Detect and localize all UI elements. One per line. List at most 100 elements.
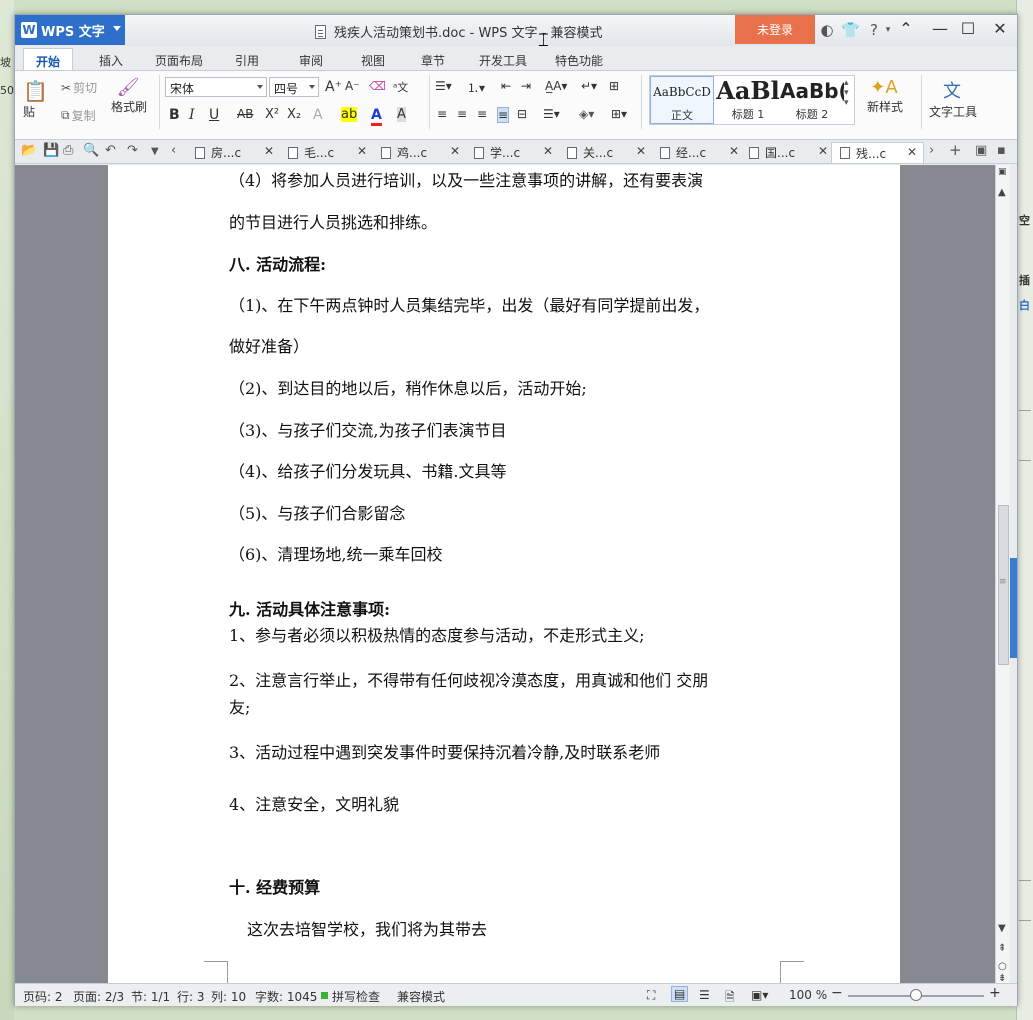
prev-page-icon[interactable]: ⇞ xyxy=(998,943,1006,954)
minimize-button[interactable]: — xyxy=(929,19,951,38)
status-page[interactable]: 页面: 2/3 xyxy=(73,988,124,1005)
tabs-right-icon[interactable]: › xyxy=(929,143,934,158)
page-view-icon[interactable]: ▤ xyxy=(671,986,689,1002)
zoom-out-icon[interactable]: − xyxy=(831,985,843,1001)
zoom-value[interactable]: 100 % xyxy=(789,988,827,1002)
shirt-icon[interactable]: 👕 xyxy=(841,21,860,39)
paragraph-mark-icon[interactable]: ↵▾ xyxy=(581,79,597,93)
superscript-icon[interactable]: X² xyxy=(265,107,279,122)
underline-icon[interactable]: U xyxy=(209,107,219,123)
close-icon[interactable]: ✕ xyxy=(636,144,646,158)
collapse-ribbon-icon[interactable]: ⌃ xyxy=(895,19,917,38)
tab-review[interactable]: 审阅 xyxy=(287,48,335,70)
browse-object-icon[interactable]: ○ xyxy=(998,961,1007,972)
shrink-font-icon[interactable]: A⁻ xyxy=(345,79,360,93)
clear-format-icon[interactable]: ⌫ xyxy=(369,79,386,93)
align-left-icon[interactable]: ≡ xyxy=(437,107,447,121)
tabs-left-icon[interactable]: ‹ xyxy=(171,143,176,158)
increase-indent-icon[interactable]: ⇥ xyxy=(521,79,531,93)
redo-icon[interactable]: ↷ xyxy=(127,143,138,158)
new-tab-icon[interactable]: + xyxy=(949,141,962,159)
align-center-icon[interactable]: ≡ xyxy=(457,107,467,121)
font-size-select[interactable]: 四号 xyxy=(269,77,319,97)
tab-special-features[interactable]: 特色功能 xyxy=(543,48,615,70)
gallery-scroll-icon[interactable]: ▴ ▾ ▾ xyxy=(844,78,849,108)
close-icon[interactable]: ✕ xyxy=(264,144,274,158)
decrease-indent-icon[interactable]: ⇤ xyxy=(501,79,511,93)
outline-view-icon[interactable]: ☰ xyxy=(699,988,710,1002)
close-button[interactable]: ✕ xyxy=(989,19,1011,38)
tab-page-layout[interactable]: 页面布局 xyxy=(143,48,215,70)
undo-icon[interactable]: ↶ xyxy=(105,143,116,158)
open-folder-icon[interactable]: 📂 xyxy=(21,143,37,158)
doc-tab[interactable]: 毛...c ✕ xyxy=(280,142,373,163)
maximize-button[interactable]: ☐ xyxy=(957,19,979,38)
login-button[interactable]: 未登录 xyxy=(735,15,815,44)
doc-tab[interactable]: 关...c ✕ xyxy=(559,142,652,163)
tab-menu-icon[interactable]: ▪ xyxy=(997,143,1006,158)
fullscreen-view-icon[interactable]: ⛶ xyxy=(647,988,655,1003)
border-icon[interactable]: ⊞▾ xyxy=(611,107,627,121)
style-normal[interactable]: AaBbCcD 正文 xyxy=(650,76,714,124)
tab-insert[interactable]: 插入 xyxy=(87,48,135,70)
doc-tab[interactable]: 鸡...c ✕ xyxy=(373,142,466,163)
highlight-icon[interactable]: ab xyxy=(341,107,358,122)
char-shading-icon[interactable]: A xyxy=(397,107,406,122)
close-icon[interactable]: ✕ xyxy=(357,144,367,158)
tab-chapter[interactable]: 章节 xyxy=(409,48,457,70)
tab-home[interactable]: 开始 xyxy=(23,48,74,70)
zoom-in-icon[interactable]: + xyxy=(989,985,1001,1001)
format-painter-button[interactable]: 🖌 格式刷 xyxy=(111,77,147,115)
style-heading-2[interactable]: AaBb( 标题 2 xyxy=(780,76,844,124)
align-right-icon[interactable]: ≡ xyxy=(477,107,487,121)
font-color-icon[interactable]: A xyxy=(371,107,382,126)
style-heading-1[interactable]: AaBl 标题 1 xyxy=(716,76,780,124)
bullet-list-icon[interactable]: ☰▾ xyxy=(435,79,452,93)
side-panel-toggle[interactable] xyxy=(1010,558,1017,658)
reading-view-icon[interactable]: ▣▾ xyxy=(751,988,768,1002)
grow-font-icon[interactable]: A⁺ xyxy=(325,79,342,95)
tab-list-icon[interactable]: ▣ xyxy=(975,143,987,158)
numbered-list-icon[interactable]: ⒈▾ xyxy=(467,79,485,96)
customize-dropdown-icon[interactable]: ▼ xyxy=(151,146,159,157)
cut-button[interactable]: ✂ 剪切 xyxy=(61,79,97,96)
line-spacing-icon[interactable]: ☰▾ xyxy=(543,107,560,121)
document-page[interactable]: （4）将参加人员进行培训，以及一些注意事项的讲解，还有要表演 的节目进行人员挑选… xyxy=(108,165,900,983)
copy-button[interactable]: ⧉ 复制 xyxy=(61,107,96,124)
justify-icon[interactable]: ≡ xyxy=(497,107,510,123)
change-case-icon[interactable]: A̲A▾ xyxy=(545,79,567,93)
tab-developer[interactable]: 开发工具 xyxy=(467,48,539,70)
italic-icon[interactable]: I xyxy=(189,107,195,123)
close-icon[interactable]: ✕ xyxy=(543,144,553,158)
print-icon[interactable]: ⎙ xyxy=(63,143,73,158)
save-icon[interactable]: 💾 xyxy=(43,143,59,158)
scroll-option-icon[interactable]: ▣ xyxy=(998,167,1007,177)
scroll-down-icon[interactable]: ▼ xyxy=(998,923,1006,934)
font-name-select[interactable]: 宋体 xyxy=(165,77,267,97)
close-icon[interactable]: ✕ xyxy=(907,145,917,159)
wps-menu-button[interactable]: W WPS 文字 xyxy=(15,15,125,45)
doc-tab[interactable]: 学...c ✕ xyxy=(466,142,559,163)
doc-tab[interactable]: 国...c ✕ xyxy=(741,142,834,163)
new-style-button[interactable]: ✦A 新样式 xyxy=(867,77,903,115)
status-word-count[interactable]: 字数: 1045 xyxy=(255,988,317,1005)
distributed-icon[interactable]: ⊟ xyxy=(517,107,527,121)
close-icon[interactable]: ✕ xyxy=(818,144,828,158)
subscript-icon[interactable]: X₂ xyxy=(287,107,301,122)
strikethrough-icon[interactable]: AB xyxy=(237,107,253,121)
bold-icon[interactable]: B xyxy=(169,107,180,123)
tab-view[interactable]: 视图 xyxy=(349,48,397,70)
print-preview-icon[interactable]: 🔍 xyxy=(83,143,99,158)
skin-icon[interactable]: ◐ xyxy=(818,21,836,39)
text-tools-button[interactable]: 文 文字工具 xyxy=(929,77,977,120)
doc-tab[interactable]: 房...c ✕ xyxy=(187,142,280,163)
doc-tab[interactable]: 经...c ✕ xyxy=(652,142,745,163)
text-effect-icon[interactable]: A xyxy=(313,107,323,123)
close-icon[interactable]: ✕ xyxy=(729,144,739,158)
pinyin-guide-icon[interactable]: ᵃ文 xyxy=(393,79,408,95)
scroll-up-icon[interactable]: ▲ xyxy=(998,187,1006,198)
web-view-icon[interactable]: 🗎 xyxy=(725,988,735,1009)
zoom-slider-knob[interactable] xyxy=(910,989,922,1001)
table-icon[interactable]: ⊞ xyxy=(609,79,619,93)
paste-button[interactable]: 📋 贴 xyxy=(23,79,50,120)
